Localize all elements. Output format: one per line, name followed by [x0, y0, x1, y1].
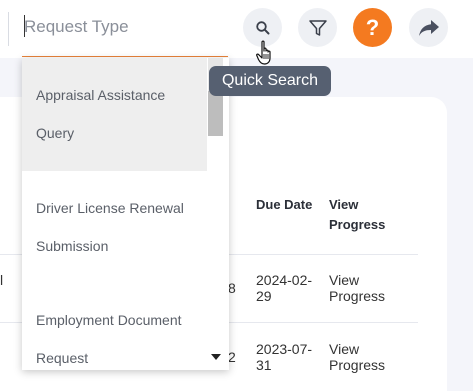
request-type-dropdown: Appraisal Assistance Query Driver Licens…: [22, 58, 229, 370]
request-type-search-input[interactable]: [24, 10, 224, 44]
due-date-line: 31: [256, 357, 272, 373]
dropdown-option-driver-license-renewal-submission[interactable]: Driver License Renewal Submission: [22, 171, 207, 296]
view-progress-line: Progress: [329, 288, 386, 304]
search-icon: [255, 20, 269, 34]
filter-icon: [308, 19, 327, 36]
option-line: Appraisal Assistance: [36, 87, 166, 103]
header-line: Progress: [329, 217, 386, 232]
share-icon: [418, 19, 439, 36]
scrollbar-thumb[interactable]: [208, 91, 223, 136]
dropdown-option-appraisal-assistance-query[interactable]: Appraisal Assistance Query: [22, 58, 207, 171]
dropdown-option-employment-document-request[interactable]: Employment Document Request: [22, 296, 207, 370]
truncated-cell: 8: [228, 280, 236, 296]
view-progress-line: View: [329, 341, 360, 357]
due-date-line: 29: [256, 288, 272, 304]
hand-cursor-icon: [256, 40, 271, 65]
top-bar: ?: [0, 0, 473, 58]
option-line: Driver License Renewal: [36, 200, 184, 216]
view-progress-line: Progress: [329, 357, 386, 373]
scroll-down-arrow[interactable]: [208, 350, 223, 364]
option-line: Employment Document: [36, 312, 182, 328]
divider: [8, 12, 9, 46]
caret-down-icon: [210, 354, 221, 360]
text-caret: [24, 15, 25, 37]
option-line: Request: [36, 350, 89, 366]
due-date-line: 2024-02-: [256, 272, 313, 288]
share-button[interactable]: [409, 8, 448, 47]
due-date-cell: 2024-02- 29: [256, 272, 312, 304]
option-line: Submission: [36, 238, 109, 254]
due-date-line: 2023-07-: [256, 341, 313, 357]
filter-button[interactable]: [298, 8, 337, 47]
truncated-cell: 2: [228, 349, 236, 365]
view-progress-line: View: [329, 272, 360, 288]
truncated-cell: l: [0, 272, 4, 288]
help-icon: ?: [365, 14, 380, 40]
column-header-due-date: Due Date: [256, 197, 313, 212]
help-button[interactable]: ?: [353, 8, 392, 47]
column-header-view-progress: View Progress: [329, 195, 385, 235]
quick-search-tooltip: Quick Search: [209, 66, 331, 96]
option-line: Query: [36, 125, 75, 141]
due-date-cell: 2023-07- 31: [256, 341, 312, 373]
search-input-underline: [22, 56, 228, 57]
header-line: View: [329, 197, 359, 212]
view-progress-link[interactable]: View Progress: [329, 341, 385, 373]
view-progress-link[interactable]: View Progress: [329, 272, 385, 304]
